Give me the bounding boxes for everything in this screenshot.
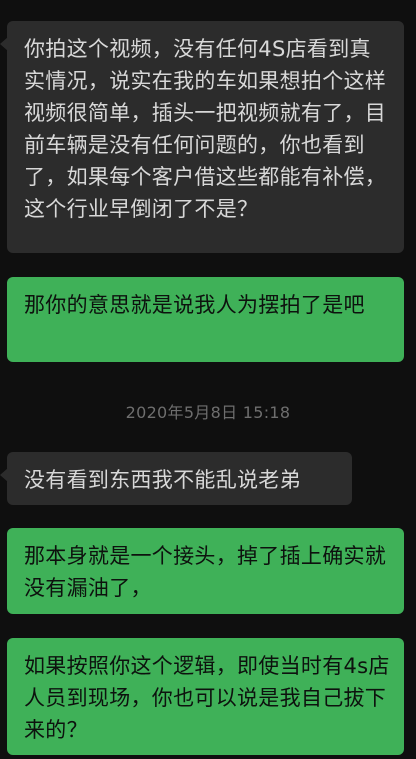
chat-view: 你拍这个视频，没有任何4S店看到真实情况，说实在我的车如果想拍个这样视频很简单，… — [0, 0, 416, 759]
outgoing-message-bubble[interactable]: 那你的意思就是说我人为摆拍了是吧 — [7, 277, 404, 362]
incoming-message-bubble[interactable]: 你拍这个视频，没有任何4S店看到真实情况，说实在我的车如果想拍个这样视频很简单，… — [0, 21, 404, 253]
message-timestamp: 2020年5月8日 15:18 — [125, 403, 291, 422]
outgoing-message-bubble[interactable]: 如果按照你这个逻辑，即使当时有4s店人员到现场，你也可以说是我自己拔下来的？ — [7, 638, 404, 755]
incoming-message-bubble[interactable]: 没有看到东西我不能乱说老弟 — [0, 452, 352, 505]
outgoing-message-bubble[interactable]: 那本身就是一个接头，掉了插上确实就没有漏油了， — [7, 528, 404, 614]
